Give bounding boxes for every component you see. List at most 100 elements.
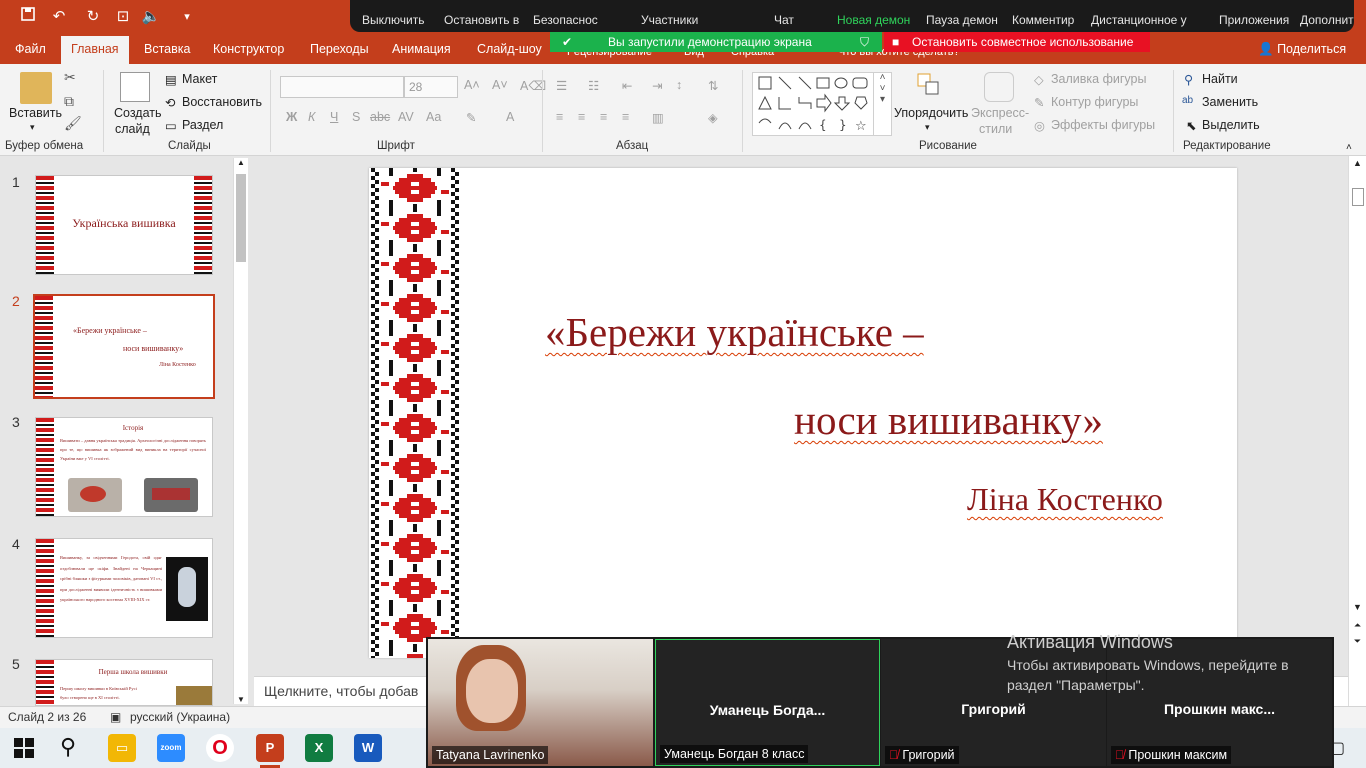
arrange-icon[interactable] — [916, 72, 942, 98]
section-button[interactable]: Раздел — [182, 118, 223, 132]
zoom-apps-button[interactable]: Приложения — [1219, 13, 1289, 27]
columns-icon[interactable]: ▥ — [652, 110, 664, 125]
align-left-icon[interactable]: ≡ — [556, 110, 563, 124]
tab-transitions[interactable]: Переходы — [310, 42, 369, 56]
slide-author[interactable]: Ліна Костенко — [967, 481, 1163, 518]
align-center-icon[interactable]: ≡ — [578, 110, 585, 124]
zoom-security-button[interactable]: Безопаснос — [533, 13, 598, 27]
shadow-icon[interactable]: S — [352, 110, 360, 124]
collapse-ribbon-icon[interactable]: ˄ — [1346, 142, 1352, 153]
zoom-remote-control-button[interactable]: Дистанционное у — [1091, 13, 1187, 27]
zoom-new-share-button[interactable]: Новая демон — [837, 13, 910, 27]
copy-icon[interactable]: ⧉ — [64, 94, 74, 108]
reset-button[interactable]: Восстановить — [182, 95, 262, 109]
tab-slideshow[interactable]: Слайд-шоу — [477, 42, 542, 56]
shapes-gallery[interactable]: { } ☆ — [752, 72, 892, 136]
scroll-down-icon[interactable]: ▼ — [1349, 602, 1366, 612]
zoom-more-button[interactable]: Дополнит — [1300, 13, 1354, 27]
new-slide-icon[interactable] — [120, 72, 150, 102]
replace-button[interactable]: Заменить — [1202, 95, 1258, 109]
zoom-participants-button[interactable]: Участники — [641, 13, 698, 27]
paste-dropdown-icon[interactable]: ▾ — [30, 122, 35, 133]
windows-start-icon[interactable] — [14, 738, 34, 761]
arrange-dropdown-icon[interactable]: ▾ — [925, 122, 930, 133]
slide-quote-line2[interactable]: носи вишиванку» — [794, 396, 1103, 444]
tab-animations[interactable]: Анимация — [392, 42, 451, 56]
change-case-icon[interactable]: Aa — [426, 110, 441, 124]
slide-quote-line1[interactable]: «Бережи українське – — [545, 308, 924, 356]
zoom-pause-share-button[interactable]: Пауза демон — [926, 13, 998, 27]
spellcheck-icon[interactable]: ▣ — [110, 710, 121, 724]
excel-icon[interactable]: X — [305, 734, 333, 762]
tab-file[interactable]: Файл — [15, 42, 46, 56]
zoom-annotate-button[interactable]: Комментир — [1012, 13, 1074, 27]
opera-icon[interactable]: O — [206, 734, 234, 762]
spacing-icon[interactable]: AV — [398, 110, 414, 124]
language-status[interactable]: русский (Украина) — [130, 710, 230, 724]
speaker-icon[interactable]: 🔈 — [140, 6, 162, 28]
previous-slide-icon[interactable]: ⏶ — [1349, 620, 1366, 631]
cut-icon[interactable]: ✂ — [64, 70, 76, 84]
font-family-select[interactable] — [280, 76, 404, 98]
save-icon[interactable] — [17, 6, 39, 28]
scroll-down-icon[interactable]: ▼ — [234, 695, 248, 704]
paste-button[interactable]: Вставить — [9, 106, 62, 120]
font-color-icon[interactable]: A — [506, 110, 514, 124]
line-spacing-icon[interactable]: ↕ — [676, 78, 682, 92]
slide-thumbnail-2[interactable]: «Бережи українське – носи вишиванку» Лін… — [33, 294, 215, 399]
paste-icon[interactable] — [20, 72, 52, 104]
underline-icon[interactable]: Ч — [330, 110, 338, 124]
arrange-button[interactable]: Упорядочить — [894, 106, 968, 120]
quick-styles-button[interactable]: Экспресс- — [971, 106, 1029, 120]
outdent-icon[interactable]: ⇥ — [652, 78, 662, 93]
new-slide-button[interactable]: Создать — [114, 106, 162, 120]
scroll-thumb[interactable] — [236, 174, 246, 262]
align-right-icon[interactable]: ≡ — [600, 110, 607, 124]
find-button[interactable]: Найти — [1202, 72, 1238, 86]
format-painter-icon[interactable]: 🖌 — [64, 116, 82, 130]
scroll-up-icon[interactable]: ▲ — [1349, 158, 1366, 168]
bold-icon[interactable]: Ж — [286, 110, 297, 124]
shrink-font-icon[interactable]: A˅ — [492, 78, 508, 92]
video-tile-participant[interactable]: Уманець Богда... Уманець Богдан 8 класс — [655, 639, 880, 766]
scroll-thumb[interactable] — [1352, 188, 1364, 206]
powerpoint-icon[interactable]: P — [256, 734, 284, 762]
justify-icon[interactable]: ≡ — [622, 110, 629, 124]
numbering-icon[interactable]: ☷ — [588, 78, 599, 93]
search-icon[interactable]: ⚲ — [60, 734, 76, 760]
share-button[interactable]: 👤 Поделиться — [1258, 42, 1346, 57]
stop-share-button[interactable]: ■ Остановить совместное использование — [884, 32, 1150, 52]
slide-thumbnail-4[interactable]: Вишиванку, за свідченнями Геродота, свій… — [35, 538, 213, 638]
slide-thumbnail-1[interactable]: Українська вишивка — [35, 175, 213, 275]
scroll-up-icon[interactable]: ▲ — [234, 158, 248, 167]
zoom-chat-button[interactable]: Чат — [774, 13, 794, 27]
strikethrough-icon[interactable]: abc — [370, 110, 390, 124]
italic-icon[interactable]: К — [308, 110, 315, 124]
quick-styles-label-2[interactable]: стили — [979, 122, 1012, 136]
layout-button[interactable]: Макет — [182, 72, 217, 86]
customize-qat-icon[interactable]: ▾ — [176, 6, 198, 28]
zoom-mute-button[interactable]: Выключить — [362, 13, 424, 27]
zoom-stop-video-button[interactable]: Остановить в — [444, 13, 519, 27]
smartart-icon[interactable]: ◈ — [708, 110, 718, 125]
bullets-icon[interactable]: ☰ — [556, 78, 567, 93]
thumbnail-scrollbar[interactable]: ▲ ▼ — [233, 158, 248, 704]
grow-font-icon[interactable]: A˄ — [464, 78, 480, 92]
editor-scrollbar[interactable]: ▲ ▼ ⏶ ⏷ — [1348, 156, 1366, 706]
shapes-gallery-scroll[interactable]: ˄ ˅ ▾ — [873, 72, 891, 136]
highlight-icon[interactable]: ✎ — [466, 110, 476, 125]
video-tile-self[interactable]: Tatyana Lavrinenko — [428, 639, 653, 766]
redo-icon[interactable]: ↻ — [82, 6, 104, 28]
file-explorer-icon[interactable]: ▭ — [108, 734, 136, 762]
slide-thumbnail-3[interactable]: Історія Вишивати – давня українська трад… — [35, 417, 213, 517]
tab-home[interactable]: Главная — [61, 36, 129, 64]
word-icon[interactable]: W — [354, 734, 382, 762]
tab-design[interactable]: Конструктор — [213, 42, 284, 56]
text-direction-icon[interactable]: ⇅ — [708, 78, 718, 93]
indent-icon[interactable]: ⇤ — [622, 78, 632, 93]
new-slide-label-2[interactable]: слайд — [115, 122, 150, 136]
shape-fill-button[interactable]: Заливка фигуры — [1051, 72, 1146, 86]
tab-insert[interactable]: Вставка — [144, 42, 190, 56]
font-size-select[interactable]: 28 — [404, 76, 458, 98]
zoom-app-icon[interactable]: zoom — [157, 734, 185, 762]
